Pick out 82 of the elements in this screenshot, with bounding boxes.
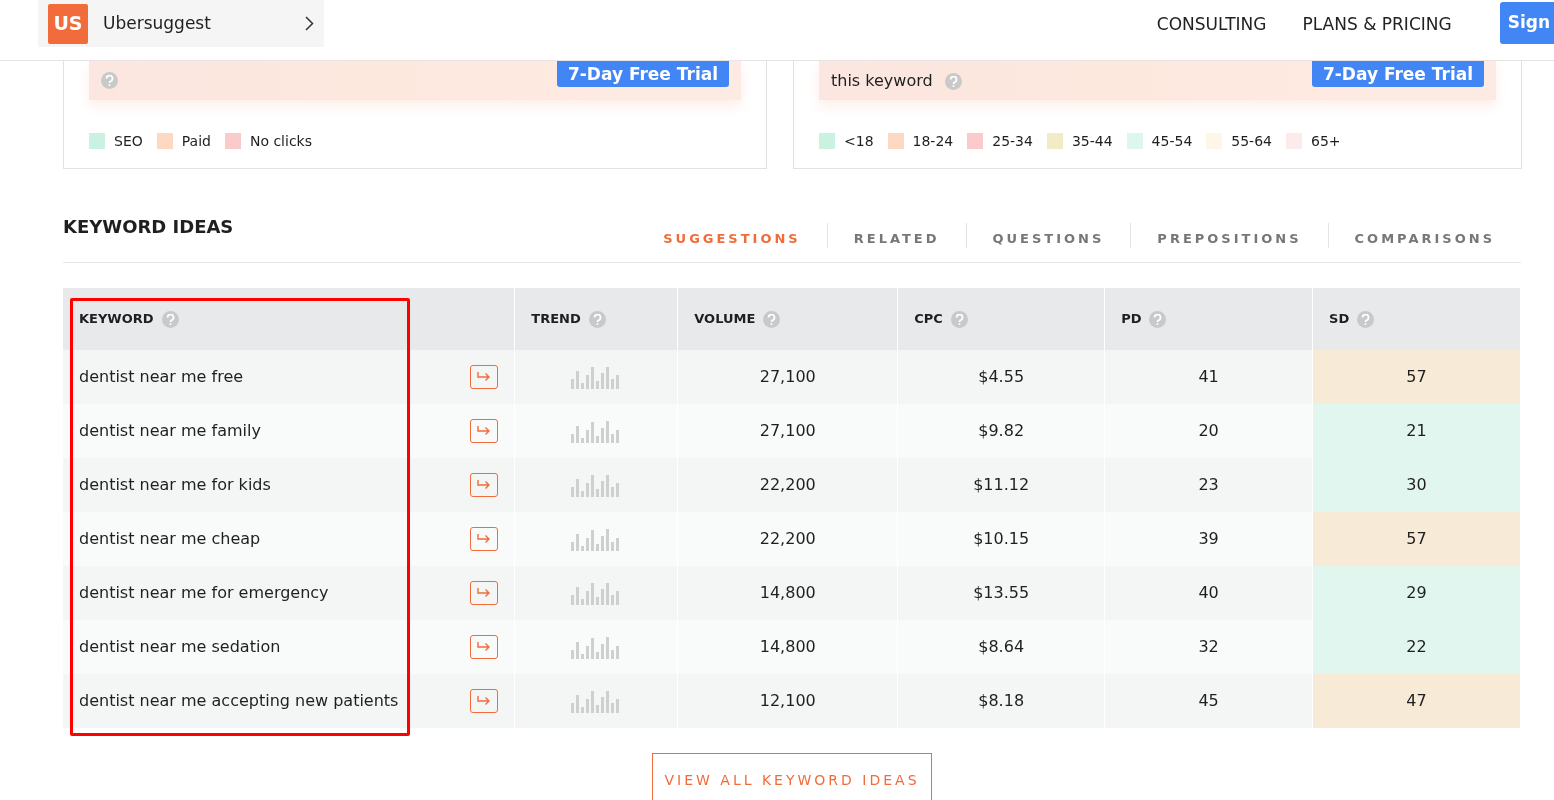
keyword-text: dentist near me accepting new patients: [79, 690, 399, 712]
legend-label: No clicks: [249, 133, 312, 149]
legend-label: 45-54: [1151, 133, 1193, 149]
keyword-text: dentist near me for kids: [79, 474, 271, 496]
open-keyword-button[interactable]: [470, 527, 499, 551]
volume-value: 14,800: [759, 583, 816, 602]
column-header: SD: [1329, 311, 1350, 327]
column-header: CPC: [914, 311, 943, 327]
help-icon: [944, 73, 962, 90]
volume-value: 14,800: [759, 637, 816, 656]
keyword-text: dentist near me sedation: [79, 636, 281, 658]
help-icon: [161, 311, 179, 329]
help-icon: [588, 311, 606, 329]
column-header: PD: [1121, 311, 1142, 327]
cpc-value: $8.64: [978, 637, 1025, 656]
preview-text: this keyword: [831, 71, 933, 90]
tab[interactable]: QUESTIONS: [966, 228, 1131, 248]
open-keyword-button[interactable]: [470, 473, 499, 497]
legend-label: 65+: [1311, 133, 1341, 149]
logo: US: [48, 3, 88, 44]
cpc-value: $10.15: [973, 529, 1030, 548]
app-switcher[interactable]: US Ubersuggest: [38, 0, 324, 47]
volume-value: 27,100: [759, 367, 816, 386]
legend-label: 18-24: [912, 133, 954, 149]
pd-value: 39: [1198, 529, 1219, 548]
keyword-text: dentist near me cheap: [79, 528, 261, 550]
keyword-text: dentist near me for emergency: [79, 582, 329, 604]
open-keyword-button[interactable]: [470, 419, 499, 443]
open-keyword-button[interactable]: [470, 635, 499, 659]
help-icon: [1149, 311, 1167, 329]
pd-value: 20: [1198, 421, 1219, 440]
legend-label: Paid: [181, 133, 211, 149]
section-title: KEYWORD IDEAS: [63, 215, 235, 239]
help-icon: [763, 311, 781, 329]
sd-value: 30: [1406, 475, 1427, 494]
app-name: Ubersuggest: [103, 11, 212, 35]
cpc-value: $9.82: [978, 421, 1025, 440]
tab[interactable]: PREPOSITIONS: [1131, 228, 1328, 248]
tab[interactable]: SUGGESTIONS: [637, 228, 827, 248]
cpc-value: $13.55: [973, 583, 1030, 602]
open-keyword-button[interactable]: [470, 581, 499, 605]
open-keyword-button[interactable]: [470, 365, 499, 389]
help-icon: [1357, 311, 1375, 329]
legend-label: SEO: [114, 133, 143, 149]
legend-label: 55-64: [1231, 133, 1272, 149]
help-icon: [950, 311, 968, 329]
pd-value: 40: [1198, 583, 1219, 602]
trial-button[interactable]: 7-Day Free Trial: [1312, 61, 1484, 87]
legend-label: 35-44: [1071, 133, 1113, 149]
volume-value: 27,100: [759, 421, 816, 440]
keyword-text: dentist near me family: [79, 420, 261, 442]
cpc-value: $11.12: [973, 475, 1030, 494]
open-keyword-button[interactable]: [470, 689, 499, 713]
pd-value: 41: [1198, 367, 1219, 386]
legend-label: 25-34: [992, 133, 1033, 149]
sd-value: 22: [1406, 637, 1427, 656]
column-header: VOLUME: [694, 311, 756, 327]
keyword-text: dentist near me free: [79, 366, 244, 388]
tab[interactable]: RELATED: [827, 228, 966, 248]
column-header: KEYWORD: [79, 311, 154, 327]
sd-value: 29: [1406, 583, 1427, 602]
column-header: TREND: [531, 311, 581, 327]
cpc-value: $4.55: [978, 367, 1025, 386]
nav-link[interactable]: PLANS & PRICING: [1302, 12, 1452, 38]
volume-value: 22,200: [759, 529, 816, 548]
legend-label: <18: [844, 133, 874, 149]
view-all-button[interactable]: VIEW ALL KEYWORD IDEAS: [652, 753, 932, 800]
help-icon: [101, 72, 118, 89]
pd-value: 32: [1198, 637, 1219, 656]
sd-value: 57: [1406, 529, 1427, 548]
sd-value: 21: [1406, 421, 1427, 440]
cpc-value: $8.18: [978, 691, 1025, 710]
sd-value: 57: [1406, 367, 1427, 386]
pd-value: 45: [1198, 691, 1219, 710]
volume-value: 22,200: [759, 475, 816, 494]
nav-link[interactable]: CONSULTING: [1156, 12, 1267, 38]
pd-value: 23: [1198, 475, 1219, 494]
tab[interactable]: COMPARISONS: [1328, 228, 1521, 248]
sd-value: 47: [1406, 691, 1427, 710]
volume-value: 12,100: [759, 691, 816, 710]
trial-button[interactable]: 7-Day Free Trial: [557, 61, 729, 87]
sign-in-button[interactable]: Sign: [1499, 2, 1554, 44]
